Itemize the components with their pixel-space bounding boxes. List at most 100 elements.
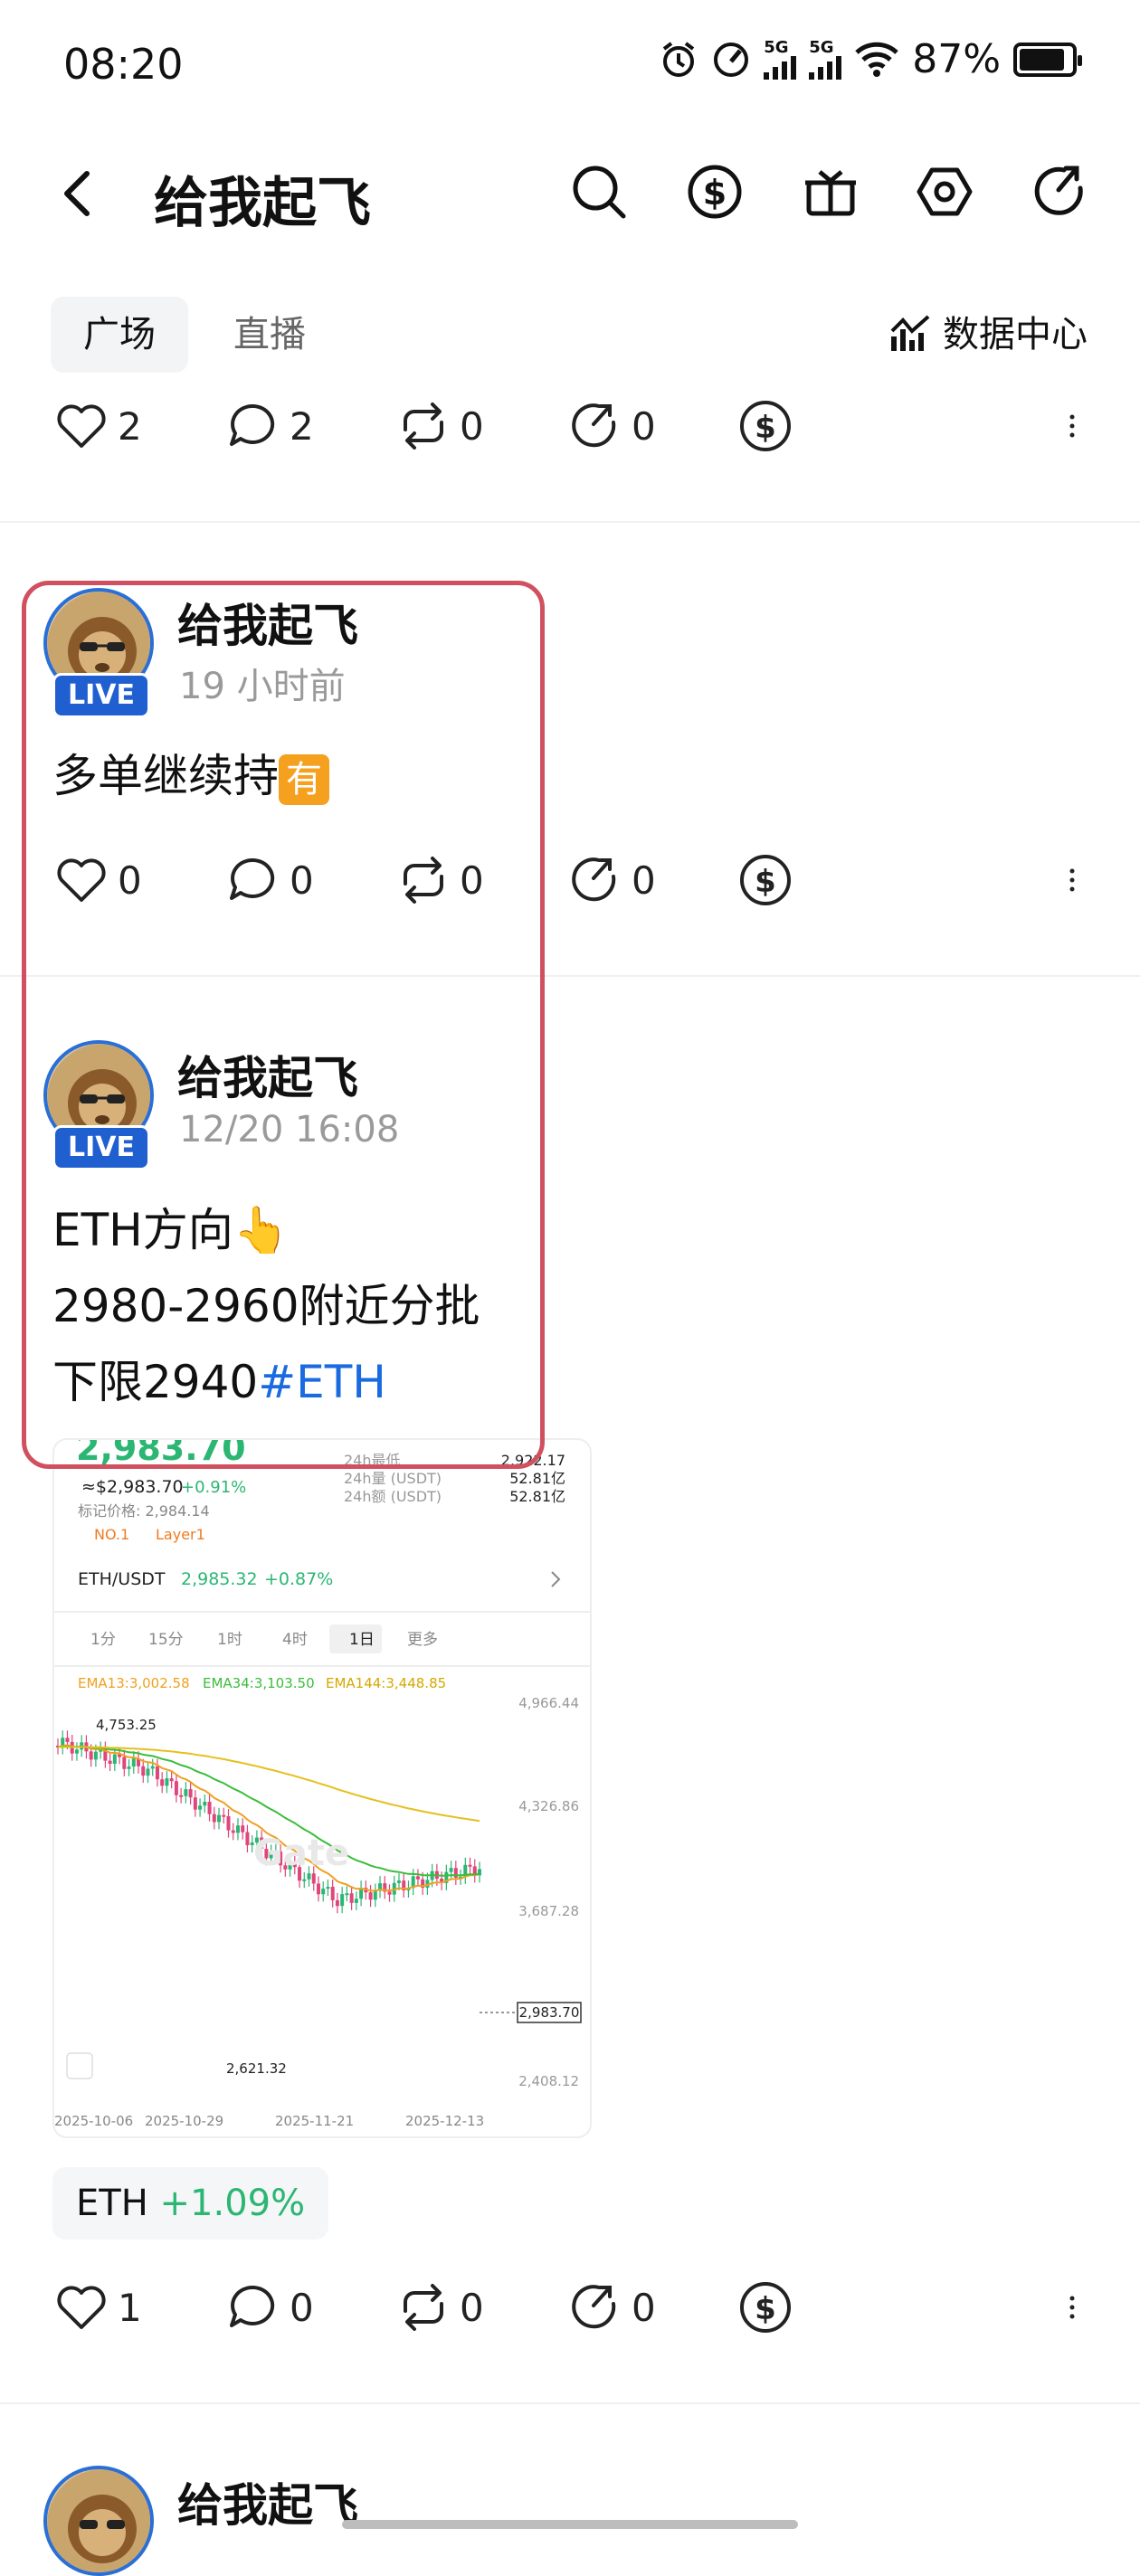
- like-button[interactable]: 1: [54, 2280, 226, 2334]
- repost-button[interactable]: 0: [396, 399, 568, 453]
- divider: [0, 2402, 1140, 2404]
- status-time: 08:20: [63, 40, 184, 89]
- interval-tab: 15分: [148, 1631, 184, 1649]
- data-center-label: 数据中心: [943, 314, 1088, 355]
- tab-plaza[interactable]: 广场: [51, 297, 188, 373]
- y-tick: 3,687.28: [518, 1903, 579, 1919]
- expand-icon: [66, 2052, 93, 2079]
- y-tick: 4,326.86: [518, 1798, 579, 1814]
- like-count: 2: [118, 403, 142, 449]
- search-icon[interactable]: [568, 161, 630, 223]
- share-button[interactable]: 0: [568, 2280, 738, 2334]
- signal-icon-2: 5G: [809, 39, 842, 80]
- repost-button[interactable]: 0: [396, 2280, 568, 2334]
- share-icon: [572, 857, 616, 902]
- ticker-chip[interactable]: ETH +1.09%: [52, 2167, 329, 2240]
- repost-count: 0: [460, 403, 484, 449]
- like-count: 1: [118, 2285, 142, 2330]
- status-icons: 5G 5G 87%: [659, 36, 1082, 82]
- rank-label: NO.1: [94, 1526, 129, 1543]
- ema144-label: EMA144:3,448.85: [326, 1675, 446, 1691]
- post-actions-top: 2 2 0 0 $: [54, 394, 1086, 458]
- usd-price: ≈$2,983.70: [81, 1477, 184, 1497]
- comment-button[interactable]: 0: [226, 2280, 396, 2334]
- x-tick: 2025-10-29: [145, 2113, 223, 2129]
- share-icon: [572, 403, 616, 448]
- chevron-right-icon: [551, 1571, 561, 1587]
- x-tick: 2025-10-06: [54, 2113, 133, 2129]
- dollar-icon: $: [740, 2282, 791, 2333]
- stat-label: 24h额 (USDT): [344, 1488, 442, 1505]
- heart-icon: [57, 2286, 106, 2329]
- alarm-icon: [663, 41, 695, 77]
- interval-tab: 1日: [349, 1631, 375, 1649]
- back-arrow-icon[interactable]: [58, 168, 98, 219]
- stat-value: 52.81亿: [509, 1470, 565, 1487]
- interval-tab: 1时: [217, 1631, 242, 1649]
- ticker-change: +1.09%: [159, 2183, 306, 2224]
- speed-icon: [714, 42, 749, 77]
- tip-button[interactable]: $: [738, 2280, 793, 2334]
- repost-count: 0: [460, 2285, 484, 2330]
- more-button[interactable]: [1059, 399, 1086, 453]
- dollar-icon[interactable]: $: [684, 161, 746, 223]
- ema13-label: EMA13:3,002.58: [78, 1675, 190, 1691]
- share-icon[interactable]: [1030, 161, 1091, 223]
- x-tick: 2025-12-13: [405, 2113, 484, 2129]
- share-count: 0: [632, 403, 656, 449]
- svg-text:$: $: [755, 864, 776, 900]
- category-label: Layer1: [156, 1526, 205, 1543]
- svg-text:$: $: [755, 410, 776, 446]
- more-button[interactable]: [1059, 2280, 1086, 2334]
- tip-button[interactable]: $: [738, 399, 793, 453]
- watermark: Gate: [253, 1833, 349, 1874]
- ticker-symbol: ETH: [76, 2183, 148, 2224]
- interval-tab: 更多: [407, 1631, 438, 1649]
- avatar[interactable]: [43, 2466, 154, 2576]
- last-price-label: 2,983.70: [519, 2004, 580, 2021]
- settings-hex-icon[interactable]: [914, 161, 975, 223]
- share-button[interactable]: 0: [568, 853, 738, 907]
- username[interactable]: 给我起飞: [177, 2469, 358, 2534]
- comment-button[interactable]: 2: [226, 399, 396, 453]
- data-center-button[interactable]: 数据中心: [888, 298, 1088, 371]
- dollar-icon: $: [740, 401, 791, 451]
- interval-tab: 1分: [90, 1631, 116, 1649]
- pair-change: +0.87%: [264, 1569, 333, 1589]
- divider: [0, 521, 1140, 523]
- more-vertical-icon: [1069, 868, 1075, 892]
- share-count: 0: [632, 2285, 656, 2330]
- like-button[interactable]: 2: [54, 399, 226, 453]
- share-count: 0: [632, 857, 656, 903]
- y-tick: 2,408.12: [518, 2073, 579, 2089]
- home-indicator[interactable]: [342, 2520, 798, 2529]
- price-chart: 2,983.70 ≈$2,983.70 +0.91% 标记价格: 2,984.1…: [54, 1440, 590, 2129]
- y-tick: 4,966.44: [518, 1695, 579, 1711]
- heart-icon: [57, 404, 106, 448]
- highlight-frame: [22, 581, 545, 1469]
- svg-text:$: $: [755, 2291, 776, 2327]
- repost-icon: [404, 402, 443, 450]
- post-actions: 1 0 0 0 $: [54, 2276, 1086, 2339]
- tab-live[interactable]: 直播: [233, 297, 306, 373]
- tip-button[interactable]: $: [738, 853, 793, 907]
- battery-icon: [1013, 42, 1082, 77]
- interval-tab: 4时: [282, 1631, 308, 1649]
- chart-image[interactable]: 2,983.70 ≈$2,983.70 +0.91% 标记价格: 2,984.1…: [52, 1438, 592, 2138]
- comment-count: 2: [290, 403, 314, 449]
- gift-icon[interactable]: [800, 161, 861, 223]
- wifi-icon: [855, 42, 898, 77]
- more-vertical-icon: [1069, 414, 1075, 438]
- pair-label: ETH/USDT: [78, 1569, 166, 1589]
- share-button[interactable]: 0: [568, 399, 738, 453]
- page-title: 给我起飞: [154, 172, 371, 235]
- mark-price: 标记价格: 2,984.14: [78, 1502, 210, 1520]
- battery-percent: 87%: [912, 36, 1001, 82]
- svg-text:$: $: [703, 173, 727, 213]
- x-tick: 2025-11-21: [275, 2113, 354, 2129]
- more-button[interactable]: [1059, 853, 1086, 907]
- ema144-line: [57, 1746, 480, 1823]
- ema34-label: EMA34:3,103.50: [203, 1675, 315, 1691]
- signal-icon-1: 5G: [764, 39, 797, 80]
- comment-icon: [230, 2285, 275, 2327]
